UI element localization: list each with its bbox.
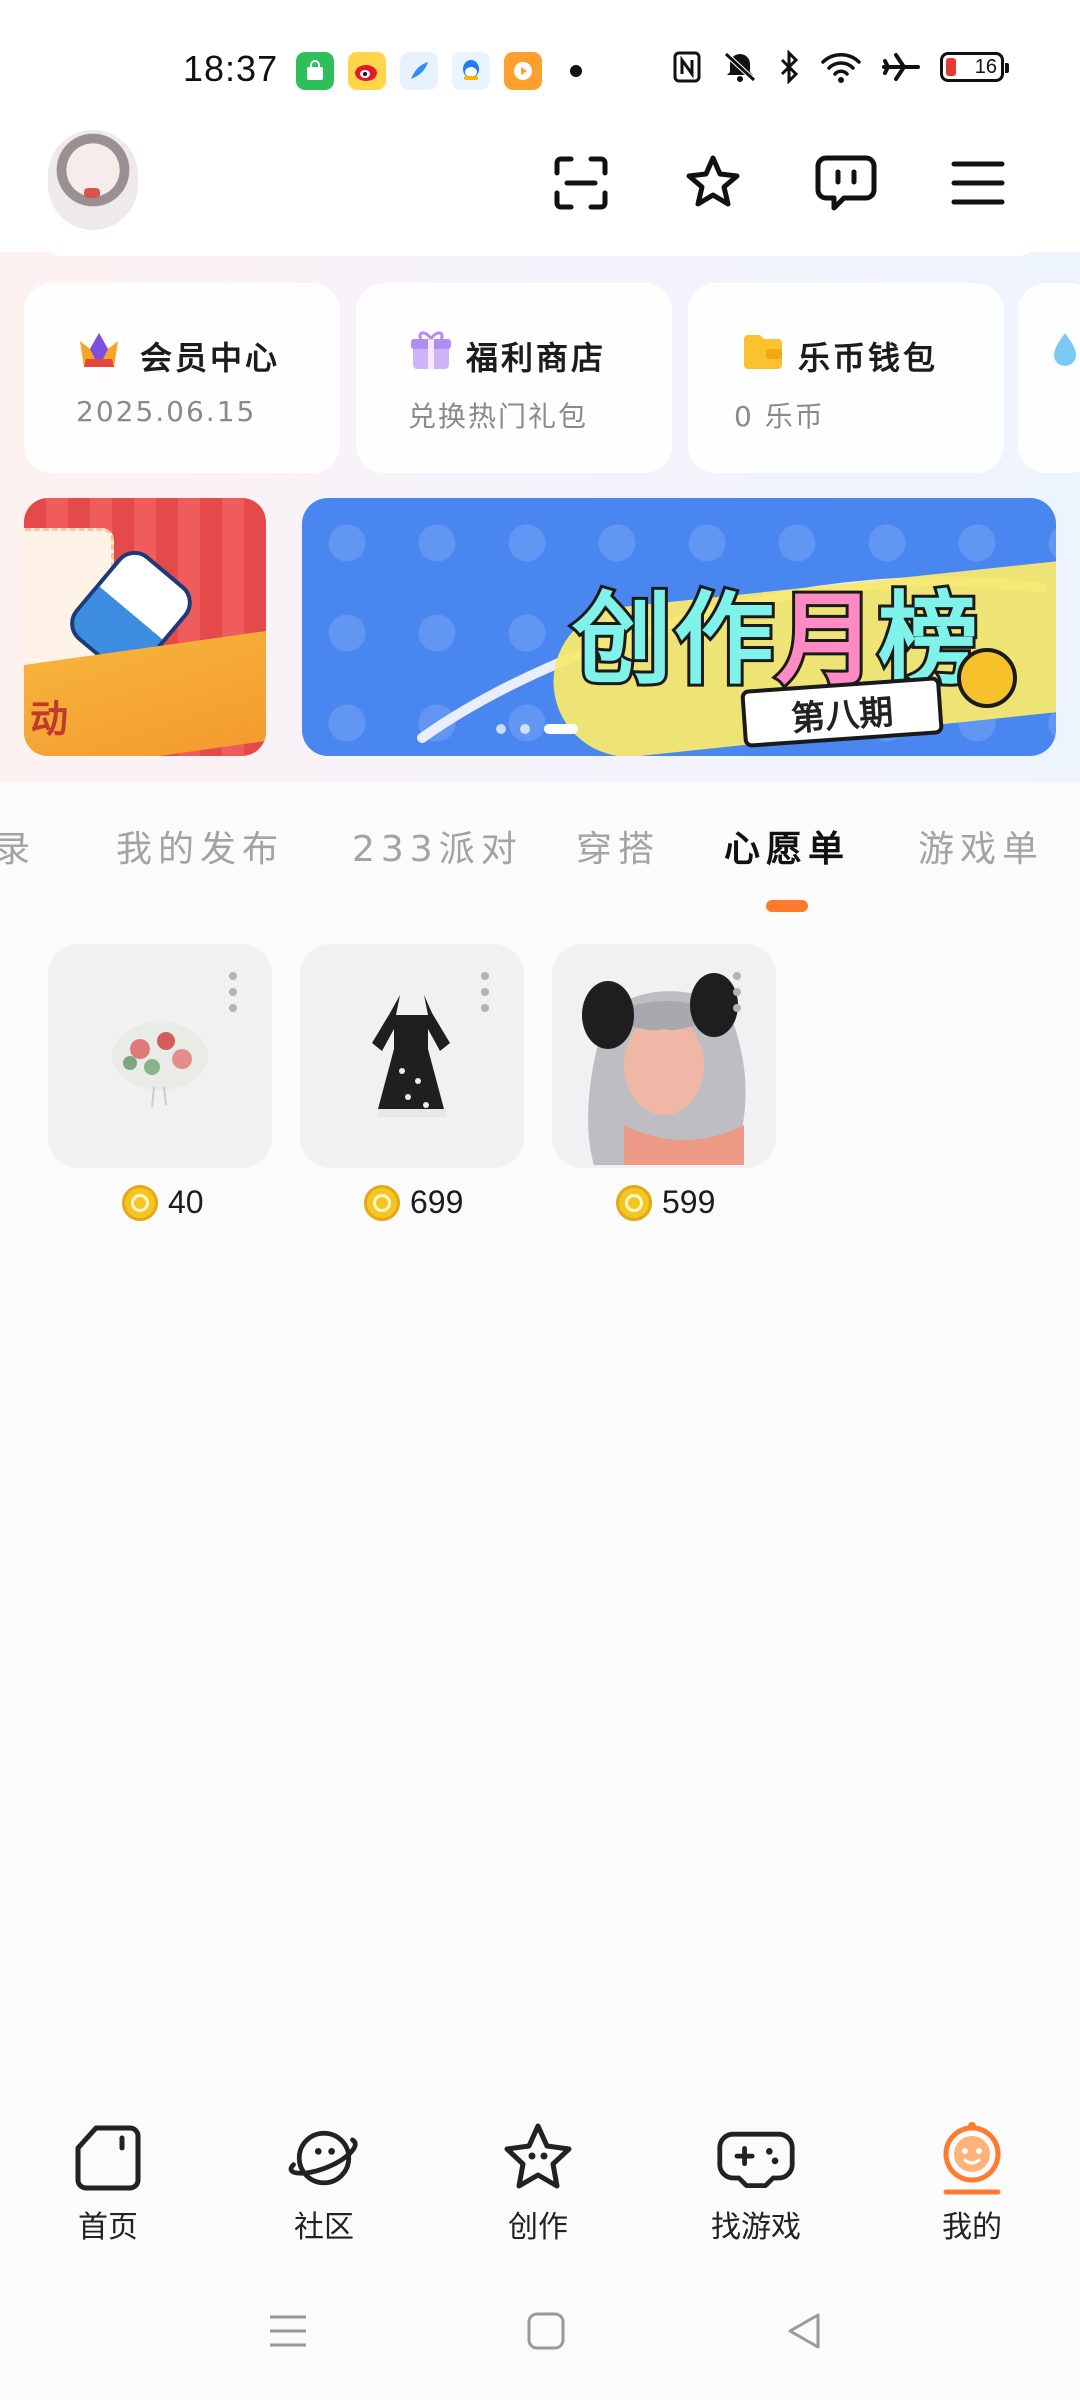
home-icon: [68, 2120, 148, 2196]
battery-indicator: 16: [940, 52, 1009, 82]
square-home-icon: [527, 2312, 565, 2350]
wishlist-item[interactable]: [300, 944, 524, 1168]
wishlist-item[interactable]: [48, 944, 272, 1168]
nav-find-games[interactable]: 找游戏: [686, 2120, 826, 2246]
battery-level: 16: [974, 55, 997, 78]
nav-create[interactable]: 创作: [468, 2120, 608, 2246]
item-more-button[interactable]: [228, 972, 238, 1012]
droplet-icon: [1054, 333, 1076, 366]
coin-wallet-card[interactable]: 乐币钱包 0 乐币: [688, 283, 1004, 473]
shortcut-title: 乐币钱包: [798, 339, 939, 377]
coin-icon: [616, 1184, 652, 1221]
home-system-button[interactable]: [516, 2306, 576, 2356]
wishlist-item[interactable]: [552, 944, 776, 1168]
active-tab-indicator: [766, 900, 808, 912]
nav-label: 社区: [294, 2210, 354, 2245]
welfare-shop-card[interactable]: 福利商店 兑换热门礼包: [356, 283, 672, 473]
nav-label: 首页: [78, 2210, 138, 2245]
header-bottom-edge: [40, 232, 1040, 256]
nav-label: 找游戏: [711, 2210, 801, 2245]
tab-233-party[interactable]: 233派对: [352, 820, 523, 872]
crown-icon: [80, 333, 118, 367]
menu-icon: [951, 161, 1005, 205]
tab-wishlist[interactable]: 心愿单: [724, 820, 850, 872]
banner-left-label: 动: [30, 697, 69, 741]
video-app-icon: [504, 52, 542, 90]
banner-title-part-1: 创作: [569, 578, 777, 701]
shortcut-title: 福利商店: [466, 339, 607, 377]
item-price: 40: [122, 1184, 204, 1221]
gamepad-icon: [716, 2120, 796, 2196]
tab-game-list[interactable]: 游戏单: [918, 820, 1044, 872]
scan-icon: [554, 156, 608, 210]
tab-my-posts[interactable]: 我的发布: [116, 820, 284, 872]
profile-face-icon: [932, 2120, 1012, 2196]
recent-apps-button[interactable]: [258, 2306, 318, 2356]
pagination-dot: [496, 724, 506, 734]
nav-community[interactable]: 社区: [254, 2120, 394, 2246]
coin-icon: [364, 1184, 400, 1221]
menu-button[interactable]: [943, 148, 1013, 218]
message-button[interactable]: [811, 148, 881, 218]
planet-face-icon: [284, 2120, 364, 2196]
item-price: 599: [616, 1184, 715, 1221]
coin-icon: [122, 1184, 158, 1221]
pagination-dot: [520, 724, 530, 734]
notification-icons: [296, 52, 582, 90]
system-navigation-bar: [0, 2262, 1080, 2400]
wifi-icon: [821, 53, 861, 83]
system-icons: 16: [672, 50, 1009, 84]
back-button[interactable]: [774, 2306, 834, 2356]
sun-flower-icon: [957, 648, 1017, 708]
item-more-button[interactable]: [480, 972, 490, 1012]
shortcut-title: 会员中心: [140, 339, 281, 377]
creation-monthly-ranking-banner[interactable]: 创作月榜 第八期: [302, 498, 1056, 756]
more-notifications-dot: [570, 65, 582, 77]
bottom-navigation: 首页 社区 创作 找游戏 我的: [0, 2092, 1080, 2245]
next-shortcut-card-partial[interactable]: [1018, 283, 1080, 473]
banner-pagination: [496, 724, 578, 734]
airplane-icon: [882, 53, 920, 81]
status-time: 18:37: [183, 48, 279, 89]
qq-icon: [452, 52, 490, 90]
star-icon: [686, 155, 740, 207]
tab-outfits[interactable]: 穿搭: [576, 820, 660, 872]
favorites-button[interactable]: [678, 148, 748, 218]
pagination-dot-active: [544, 724, 578, 734]
shortcut-subtitle: 2025.06.15: [76, 395, 257, 428]
item-price: 699: [364, 1184, 463, 1221]
item-price-value: 699: [410, 1184, 464, 1220]
nav-label: 创作: [508, 2210, 568, 2245]
status-bar: 18:37 16: [0, 0, 1080, 140]
black-dress-image: [372, 995, 450, 1117]
wallet-icon: [744, 335, 782, 369]
event-banner-left[interactable]: 动: [24, 498, 266, 756]
bluetooth-icon: [780, 50, 799, 84]
nfc-icon: [673, 51, 701, 83]
recents-icon: [270, 2315, 306, 2347]
weibo-icon: [348, 52, 386, 90]
vip-center-card[interactable]: 会员中心 2025.06.15: [24, 283, 340, 473]
item-price-value: 599: [662, 1184, 716, 1220]
item-more-button[interactable]: [732, 972, 742, 1012]
feather-icon: [400, 52, 438, 90]
shortcut-subtitle: 0 乐币: [734, 400, 825, 433]
scan-button[interactable]: [546, 148, 616, 218]
item-price-value: 40: [168, 1184, 204, 1220]
profile-tabs: 录 我的发布 233派对 穿搭 心愿单 游戏单: [0, 820, 1080, 880]
app-store-icon: [296, 52, 334, 90]
back-triangle-icon: [788, 2313, 820, 2349]
nav-home[interactable]: 首页: [38, 2120, 178, 2246]
shortcut-subtitle: 兑换热门礼包: [408, 400, 589, 433]
message-icon: [815, 155, 877, 211]
nav-me[interactable]: 我的: [902, 2120, 1042, 2246]
tab-records-partial[interactable]: 录: [0, 820, 36, 872]
nav-label: 我的: [942, 2210, 1002, 2245]
floral-hat-image: [112, 1022, 208, 1108]
avatar[interactable]: [48, 130, 138, 230]
gift-icon: [411, 331, 451, 369]
mute-icon: [724, 52, 756, 82]
star-face-icon: [498, 2120, 578, 2196]
